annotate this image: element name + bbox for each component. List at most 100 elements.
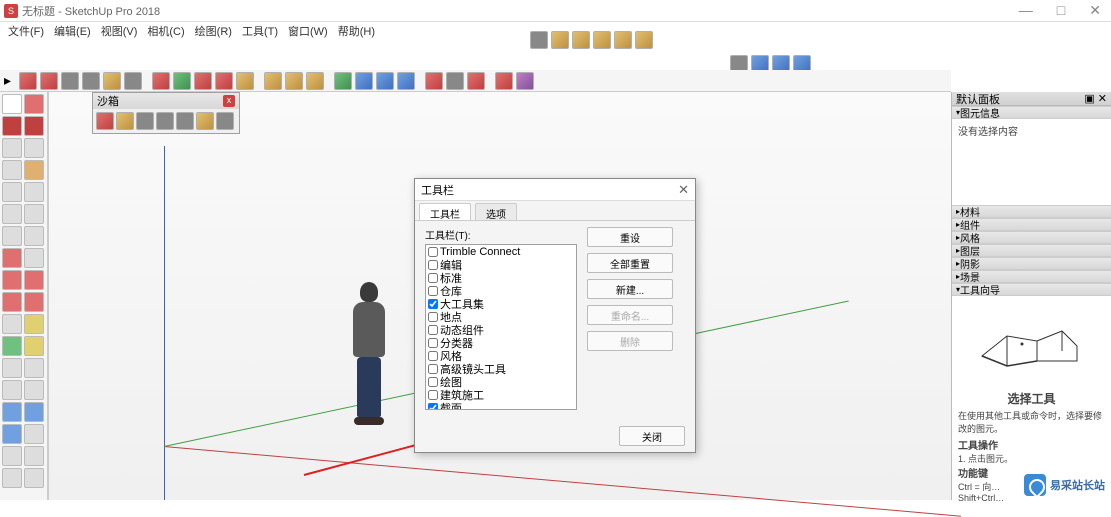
sandbox-close-icon[interactable]: x (223, 95, 235, 107)
menu-edit[interactable]: 编辑(E) (50, 23, 95, 39)
tool-icon[interactable] (2, 314, 22, 334)
menu-window[interactable]: 窗口(W) (284, 23, 332, 39)
reset-button[interactable]: 重设 (587, 227, 673, 247)
sandbox-icon[interactable] (196, 112, 214, 130)
toolbar-checkbox[interactable] (428, 403, 438, 411)
menu-draw[interactable]: 绘图(R) (191, 23, 236, 39)
sandbox-icon[interactable] (96, 112, 114, 130)
tool-icon[interactable] (124, 72, 142, 90)
toolbar-list-item[interactable]: 截面 (426, 401, 576, 410)
tool-icon[interactable] (215, 72, 233, 90)
tool-icon[interactable] (306, 72, 324, 90)
tool-icon[interactable] (334, 72, 352, 90)
toolbar-checkbox[interactable] (428, 312, 438, 322)
tool-icon[interactable] (355, 72, 373, 90)
toolbar-checkbox[interactable] (428, 247, 438, 257)
tool-icon[interactable] (24, 226, 44, 246)
tool-icon[interactable] (446, 72, 464, 90)
sandbox-icon[interactable] (116, 112, 134, 130)
toolbar-checkbox[interactable] (428, 260, 438, 270)
tool-icon[interactable] (2, 446, 22, 466)
sandbox-icon[interactable] (176, 112, 194, 130)
toolbar-list[interactable]: Trimble Connect编辑标准仓库大工具集地点动态组件分类器风格高级镜头… (425, 244, 577, 410)
tool-icon[interactable] (24, 292, 44, 312)
tool-icon[interactable] (467, 72, 485, 90)
dialog-close-icon[interactable]: ✕ (678, 182, 689, 198)
tool-icon[interactable] (2, 204, 22, 224)
tool-icon[interactable] (24, 138, 44, 158)
tool-icon[interactable] (2, 402, 22, 422)
tool-icon[interactable] (24, 446, 44, 466)
sandbox-icon[interactable] (216, 112, 234, 130)
tool-icon[interactable] (24, 94, 44, 114)
tool-icon[interactable] (24, 358, 44, 378)
tool-icon[interactable] (152, 72, 170, 90)
panel-controls-icon[interactable]: ▣ ✕ (1084, 92, 1107, 105)
toolbar-checkbox[interactable] (428, 351, 438, 361)
tool-icon[interactable] (2, 292, 22, 312)
tool-icon[interactable] (24, 468, 44, 488)
maximize-button[interactable]: □ (1051, 2, 1071, 19)
section-entity-info[interactable]: 图元信息 (952, 106, 1111, 119)
menu-help[interactable]: 帮助(H) (334, 23, 379, 39)
tool-icon[interactable] (24, 204, 44, 224)
new-button[interactable]: 新建... (587, 279, 673, 299)
toolbar-checkbox[interactable] (428, 286, 438, 296)
tool-icon[interactable] (24, 402, 44, 422)
minimize-button[interactable]: — (1013, 2, 1039, 19)
tool-icon[interactable] (2, 160, 22, 180)
menu-tools[interactable]: 工具(T) (238, 23, 282, 39)
tool-icon[interactable] (103, 72, 121, 90)
tool-icon[interactable] (2, 138, 22, 158)
toolbar-checkbox[interactable] (428, 377, 438, 387)
tool-icon[interactable] (516, 72, 534, 90)
tool-icon[interactable] (82, 72, 100, 90)
tool-icon[interactable] (24, 424, 44, 444)
toolbar-checkbox[interactable] (428, 390, 438, 400)
tool-icon[interactable] (24, 380, 44, 400)
close-dialog-button[interactable]: 关闭 (619, 426, 685, 446)
tool-icon[interactable] (2, 116, 22, 136)
tool-icon[interactable] (264, 72, 282, 90)
section-icon[interactable] (530, 31, 548, 49)
menu-view[interactable]: 视图(V) (97, 23, 142, 39)
toolbar-checkbox[interactable] (428, 273, 438, 283)
tab-options[interactable]: 选项 (475, 203, 517, 220)
tab-toolbars[interactable]: 工具栏 (419, 203, 471, 220)
tool-icon[interactable] (495, 72, 513, 90)
select-tool-icon[interactable] (2, 94, 22, 114)
menu-file[interactable]: 文件(F) (4, 23, 48, 39)
sandbox-icon[interactable] (136, 112, 154, 130)
tool-icon[interactable] (24, 314, 44, 334)
close-button[interactable]: ✕ (1083, 2, 1107, 19)
tool-icon[interactable] (19, 72, 37, 90)
tool-icon[interactable] (24, 182, 44, 202)
tool-icon[interactable] (425, 72, 443, 90)
tool-icon[interactable] (2, 248, 22, 268)
section-instructor[interactable]: 工具向导 (952, 283, 1111, 296)
tool-icon[interactable] (173, 72, 191, 90)
tool-icon[interactable] (24, 160, 44, 180)
section-icon-4[interactable] (593, 31, 611, 49)
tool-icon[interactable] (61, 72, 79, 90)
tool-icon[interactable] (40, 72, 58, 90)
toolbar-checkbox[interactable] (428, 338, 438, 348)
tool-icon[interactable] (24, 248, 44, 268)
tool-icon[interactable] (2, 226, 22, 246)
tool-icon[interactable] (24, 336, 44, 356)
toolbar-checkbox[interactable] (428, 364, 438, 374)
section-icon-2[interactable] (551, 31, 569, 49)
tool-icon[interactable] (2, 182, 22, 202)
tool-icon[interactable] (2, 380, 22, 400)
tool-icon[interactable] (2, 358, 22, 378)
section-icon-3[interactable] (572, 31, 590, 49)
tool-icon[interactable] (236, 72, 254, 90)
sandbox-toolbar[interactable]: 沙箱 x (92, 92, 240, 134)
tool-icon[interactable] (24, 116, 44, 136)
toolbar-checkbox[interactable] (428, 299, 438, 309)
tool-icon[interactable] (285, 72, 303, 90)
toolbar-checkbox[interactable] (428, 325, 438, 335)
tool-icon[interactable] (2, 424, 22, 444)
tool-icon[interactable] (376, 72, 394, 90)
tool-icon[interactable] (2, 336, 22, 356)
